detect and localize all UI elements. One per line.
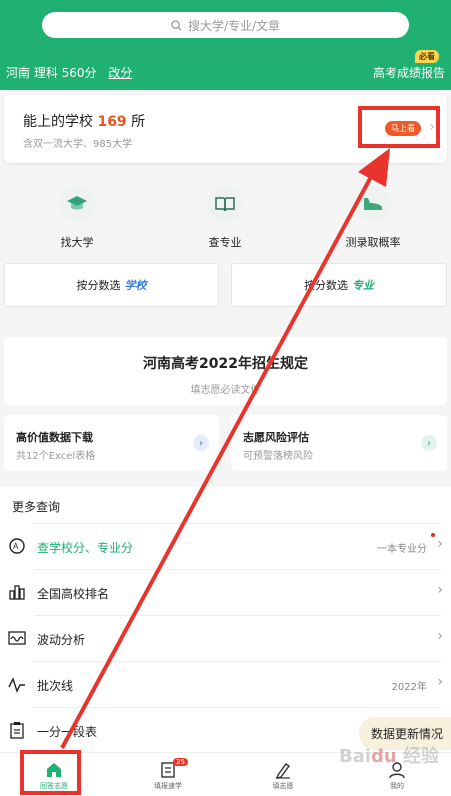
- watermark-logo: Baidu 经验: [338, 746, 439, 767]
- annotation-arrow: [60, 148, 390, 749]
